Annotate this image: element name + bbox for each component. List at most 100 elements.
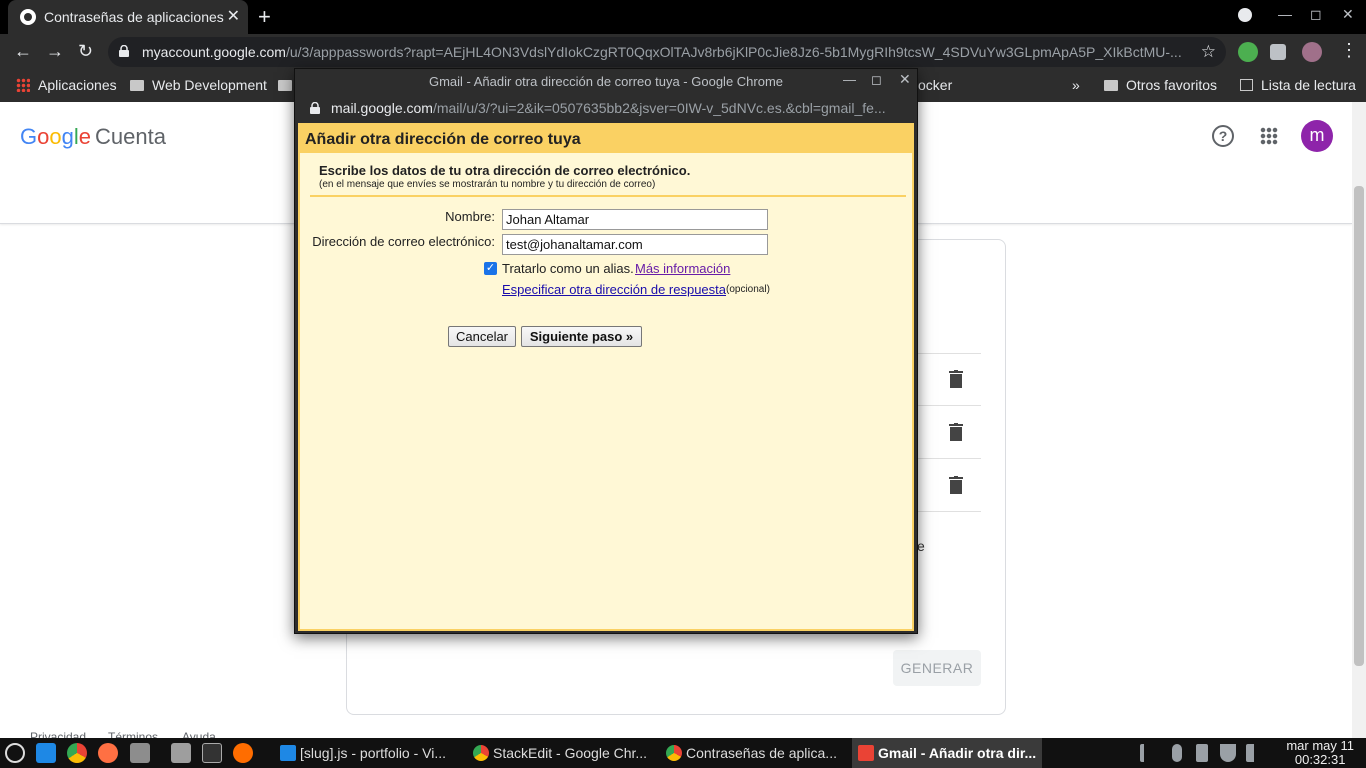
reply-to-link[interactable]: Especificar otra dirección de respuesta xyxy=(502,282,726,297)
firefox-icon[interactable] xyxy=(233,743,253,763)
bookmark-docker-partial[interactable]: ocker xyxy=(918,77,952,93)
chrome-menu-icon[interactable]: ⋮ xyxy=(1340,40,1358,61)
name-input[interactable] xyxy=(502,209,768,230)
bookmark-apps[interactable]: Aplicaciones xyxy=(16,77,117,93)
chrome-icon[interactable] xyxy=(67,743,87,763)
gmail-icon xyxy=(858,745,874,761)
extensions-puzzle-icon[interactable] xyxy=(1270,44,1286,60)
url-host: myaccount.google.com xyxy=(142,44,286,60)
bookmark-star-icon[interactable]: ☆ xyxy=(1201,42,1216,62)
battery-icon[interactable] xyxy=(1196,744,1208,762)
account-avatar[interactable]: m xyxy=(1301,120,1333,152)
tab-title: Contraseñas de aplicaciones xyxy=(44,9,224,25)
logo-letter: G xyxy=(20,124,38,149)
terminal-icon[interactable] xyxy=(202,743,222,763)
taskbar-task-app-passwords[interactable]: Contraseñas de aplica... xyxy=(660,738,846,768)
next-step-button[interactable]: Siguiente paso » xyxy=(521,326,642,347)
tab-search-icon[interactable] xyxy=(1238,8,1252,22)
popup-window-title: Gmail - Añadir otra dirección de correo … xyxy=(428,74,784,89)
optional-note: (opcional) xyxy=(726,284,770,295)
email-label: Dirección de correo electrónico: xyxy=(312,234,495,249)
files-icon[interactable] xyxy=(130,743,150,763)
window-close-icon[interactable]: ✕ xyxy=(1342,6,1354,23)
url-path: /u/3/apppasswords?rapt=AEjHL4ON3VdslYdIo… xyxy=(285,44,1182,60)
shield-icon[interactable] xyxy=(1220,744,1236,762)
vscode-icon[interactable] xyxy=(36,743,56,763)
popup-title-bar[interactable]: Gmail - Añadir otra dirección de correo … xyxy=(295,69,917,93)
back-icon[interactable]: ← xyxy=(14,41,32,62)
truncated-text: e xyxy=(917,538,925,554)
lock-icon xyxy=(119,45,129,57)
frog-extension-icon[interactable] xyxy=(1238,42,1258,62)
delete-trash-icon[interactable] xyxy=(949,423,963,441)
folder-icon xyxy=(1104,80,1118,91)
email-input[interactable] xyxy=(502,234,768,255)
generate-button[interactable]: GENERAR xyxy=(893,650,981,686)
help-icon[interactable]: ? xyxy=(1212,125,1234,147)
forward-icon[interactable]: → xyxy=(46,41,64,62)
chrome-icon xyxy=(666,745,682,761)
popup-url: mail.google.com/mail/u/3/?ui=2&ik=050763… xyxy=(331,100,899,116)
tab-close-icon[interactable]: ✕ xyxy=(227,6,240,26)
minimize-icon[interactable]: — xyxy=(1278,6,1292,22)
maximize-icon[interactable]: ◻ xyxy=(1310,6,1322,23)
lock-icon xyxy=(310,102,320,114)
taskbar-task-stackedit[interactable]: StackEdit - Google Chr... xyxy=(467,738,653,768)
google-apps-icon[interactable] xyxy=(1260,127,1278,145)
postman-icon[interactable] xyxy=(98,743,118,763)
network-signal-icon[interactable] xyxy=(1140,744,1154,762)
google-favicon-icon xyxy=(20,9,36,25)
bookmark-other[interactable]: Otros favoritos xyxy=(1104,77,1217,93)
mint-menu-icon[interactable] xyxy=(5,743,25,763)
name-label: Nombre: xyxy=(445,209,495,224)
browser-tab-strip: Contraseñas de aplicaciones ✕ + — ◻ ✕ xyxy=(0,0,1366,34)
reading-list-icon xyxy=(1240,79,1253,91)
popup-address-bar: mail.google.com/mail/u/3/?ui=2&ik=050763… xyxy=(295,93,917,123)
bookmark-web-development[interactable]: Web Development xyxy=(130,77,267,93)
task-label: StackEdit - Google Chr... xyxy=(493,745,648,761)
google-account-logo[interactable]: Google Cuenta xyxy=(20,124,166,150)
delete-trash-icon[interactable] xyxy=(949,370,963,388)
browser-tab[interactable]: Contraseñas de aplicaciones ✕ xyxy=(8,0,248,34)
gmail-popup-window: Gmail - Añadir otra dirección de correo … xyxy=(294,68,918,634)
task-label: [slug].js - portfolio - Vi... xyxy=(300,745,447,761)
new-tab-icon[interactable]: + xyxy=(258,4,271,30)
logo-letter: e xyxy=(78,124,92,149)
address-url: myaccount.google.com/u/3/apppasswords?ra… xyxy=(142,44,1182,60)
bookmark-reading-list[interactable]: Lista de lectura xyxy=(1240,77,1356,93)
popup-url-path: /mail/u/3/?ui=2&ik=0507635bb2&jsver=0IW-… xyxy=(432,100,886,116)
logo-letter: o xyxy=(37,124,50,149)
clock-time: 00:32:31 xyxy=(1294,752,1346,767)
taskbar-clock[interactable]: mar may 11 00:32:31 xyxy=(1286,739,1354,767)
cancel-button[interactable]: Cancelar xyxy=(448,326,516,347)
alias-checkbox[interactable]: ✓ xyxy=(484,262,497,275)
popup-minimize-icon[interactable]: — xyxy=(843,72,856,87)
dialog-title: Añadir otra dirección de correo tuya xyxy=(305,131,581,148)
bookmarks-overflow-icon[interactable]: » xyxy=(1072,77,1080,93)
taskbar-task-vscode[interactable]: [slug].js - portfolio - Vi... xyxy=(274,738,460,768)
popup-close-icon[interactable]: ✕ xyxy=(899,71,911,88)
chrome-icon xyxy=(473,745,489,761)
vscode-icon xyxy=(280,745,296,761)
calculator-icon[interactable] xyxy=(171,743,191,763)
reload-icon[interactable]: ↻ xyxy=(78,41,93,62)
taskbar: [slug].js - portfolio - Vi... StackEdit … xyxy=(0,738,1366,768)
dialog-instructions: Escribe los datos de tu otra dirección d… xyxy=(319,163,691,178)
popup-url-host: mail.google.com xyxy=(331,100,433,116)
address-bar[interactable]: myaccount.google.com/u/3/apppasswords?ra… xyxy=(108,37,1226,67)
folder-icon xyxy=(130,80,144,91)
delete-trash-icon[interactable] xyxy=(949,476,963,494)
bookmark-other-label: Otros favoritos xyxy=(1126,77,1218,93)
popup-maximize-icon[interactable]: ◻ xyxy=(871,72,882,88)
account-section-label: Cuenta xyxy=(95,124,166,149)
clock-date: mar may 11 xyxy=(1286,738,1354,753)
page-scrollbar[interactable] xyxy=(1352,102,1366,738)
more-info-link[interactable]: Más información xyxy=(635,261,730,276)
bluetooth-icon[interactable] xyxy=(1172,744,1182,762)
scrollbar-thumb[interactable] xyxy=(1354,186,1364,666)
dialog-header: Añadir otra dirección de correo tuya xyxy=(300,125,912,153)
dialog-separator xyxy=(310,195,906,197)
taskbar-task-gmail[interactable]: Gmail - Añadir otra dir... xyxy=(852,738,1042,768)
profile-avatar-icon[interactable] xyxy=(1302,42,1322,62)
volume-icon[interactable] xyxy=(1246,744,1262,762)
